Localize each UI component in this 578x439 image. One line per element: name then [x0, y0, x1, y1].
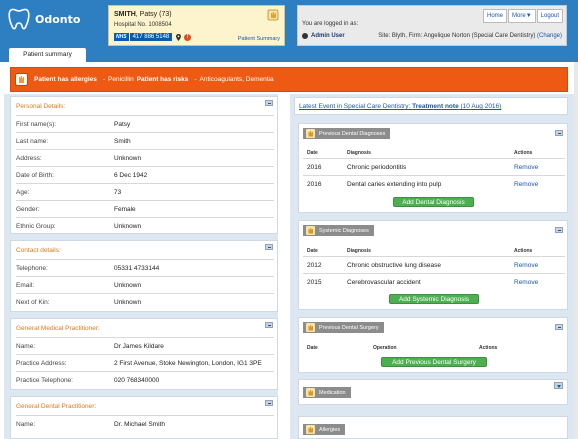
nhs-logo: NHS [114, 33, 129, 41]
risks-label: Patient has risks [136, 76, 189, 83]
more-menu[interactable]: More▼ [508, 9, 536, 23]
app-name: Odonto [35, 12, 81, 26]
gear-icon [302, 33, 308, 39]
allergies-label: Patient has allergies [34, 76, 97, 83]
patient-card: SMITH, Patsy (73) Hospital No. 1008504 N… [108, 5, 285, 46]
odonto-logo[interactable]: Odonto [6, 6, 80, 32]
remove-link[interactable]: Remove [514, 164, 538, 171]
allergies-panel: Allergies [298, 416, 568, 439]
collapse-button[interactable] [265, 400, 273, 406]
collapse-button[interactable] [555, 227, 563, 233]
detail-row: Ethnic Group: Unknown [16, 217, 274, 234]
gdp-panel: General Dental Practitioner: Name: Dr. Mi… [10, 396, 278, 439]
collapse-button[interactable] [265, 244, 273, 250]
app-header: Odonto SMITH, Patsy (73) Hospital No. 10… [0, 0, 578, 62]
detail-row: Telephone: 05331 4733144 [16, 259, 274, 276]
hospital-number: Hospital No. 1008504 [114, 22, 172, 28]
hand-icon [306, 323, 315, 332]
personal-details-heading: Personal Details: [16, 103, 66, 110]
tooth-logo-icon [8, 8, 30, 30]
admin-user-link[interactable]: Admin User [302, 33, 345, 39]
add-systemic-diagnosis-button[interactable]: Add Systemic Diagnosis [389, 294, 479, 304]
systemic-diagnoses-title: Systemic Diagnoses [303, 225, 374, 236]
collapse-button[interactable] [265, 100, 273, 106]
detail-row: Last name: Smith [16, 132, 274, 149]
collapse-button[interactable] [555, 324, 563, 330]
add-previous-dental-surgery-button[interactable]: Add Previous Dental Surgery [381, 357, 487, 367]
latest-event-link[interactable]: Latest Event in Special Care Dentistry: … [294, 97, 568, 115]
detail-row: Practice Address: 2 First Avenue, Stoke N… [16, 354, 274, 371]
location-pin-icon[interactable] [176, 33, 182, 41]
dental-surgery-title: Previous Dental Surgery [303, 322, 384, 333]
detail-row: Name: Dr. Michael Smith [16, 415, 274, 432]
gmp-panel: General Medical Practitioner: Name: Dr Ja… [10, 318, 278, 390]
remove-link[interactable]: Remove [514, 262, 538, 269]
login-box: Home More▼ Logout You are logged in as: … [297, 5, 567, 46]
nhs-number-group: NHS 417 886 5148 ! [114, 33, 192, 41]
detail-row: Practice Telephone: 020 768340000 [16, 371, 274, 388]
warning-icon[interactable]: ! [184, 33, 192, 41]
risks-value: Anticoagulants, Dementia [199, 76, 274, 83]
detail-row: Next of Kin: Unknown [16, 293, 274, 310]
change-link[interactable]: (Change) [537, 33, 562, 39]
gdp-heading: General Dental Practitioner: [16, 403, 97, 410]
home-link[interactable]: Home [483, 9, 508, 23]
dental-diagnoses-title: Previous Dental Diagnoses [303, 128, 391, 139]
gmp-heading: General Medical Practitioner: [16, 325, 100, 332]
hand-icon [306, 226, 315, 235]
medication-title: Medication [303, 387, 351, 398]
dental-surgery-panel: Previous Dental Surgery Date Operation A… [298, 317, 568, 373]
hand-icon [306, 129, 315, 138]
scrollbar[interactable] [574, 62, 578, 439]
detail-row: Gender: Female [16, 200, 274, 217]
add-dental-diagnosis-button[interactable]: Add Dental Diagnosis [393, 197, 474, 207]
systemic-diagnoses-panel: Systemic Diagnoses Date Diagnosis Action… [298, 220, 568, 310]
collapse-button[interactable] [265, 322, 273, 328]
detail-row: Age: 73 [16, 183, 274, 200]
detail-row: Date of Birth: 6 Dec 1942 [16, 166, 274, 183]
allergy-risk-banner: Patient has allergies - Penicillin Patien… [10, 67, 568, 92]
collapse-button[interactable] [555, 130, 563, 136]
logged-in-text: You are logged in as: [302, 21, 359, 27]
tab-patient-summary[interactable]: Patient summary [9, 48, 86, 62]
top-nav: Home More▼ Logout [482, 9, 563, 23]
allergies-title: Allergies [303, 424, 346, 435]
hand-icon [306, 388, 315, 397]
remove-link[interactable]: Remove [514, 181, 538, 188]
hand-icon [306, 425, 315, 434]
detail-row: Address: Unknown [16, 149, 274, 166]
remove-link[interactable]: Remove [514, 279, 538, 286]
contact-details-panel: Contact details: Telephone: 05331 4733144… [10, 240, 278, 312]
detail-row: Email: Unknown [16, 276, 274, 293]
table-row: 2015 Cerebrovascular accident Remove [303, 273, 565, 290]
patient-name[interactable]: SMITH, Patsy (73) [114, 11, 172, 18]
main-content: Patient has allergies - Penicillin Patien… [0, 62, 578, 439]
contact-details-heading: Contact details: [16, 247, 61, 254]
detail-row: First name(s): Patsy [16, 115, 274, 132]
medication-panel: Medication [298, 379, 568, 405]
table-row: 2012 Chronic obstructive lung disease Re… [303, 256, 565, 273]
hand-icon[interactable] [267, 9, 279, 21]
allergies-value: Penicillin [108, 76, 134, 83]
table-row: 2016 Dental caries extending into pulp R… [303, 175, 565, 192]
logout-link[interactable]: Logout [536, 9, 563, 23]
table-row: 2016 Chronic periodontitis Remove [303, 158, 565, 175]
site-firm: Site: Blyth, Firm: Angelique Norton (Spe… [378, 33, 562, 39]
allergy-hand-icon [15, 73, 28, 86]
detail-row: Name: Dr James Kildare [16, 337, 274, 354]
expand-icon[interactable] [554, 382, 563, 389]
patient-summary-link[interactable]: Patient Summary [238, 36, 280, 42]
personal-details-panel: Personal Details: First name(s): Patsy La… [10, 96, 278, 234]
dental-diagnoses-panel: Previous Dental Diagnoses Date Diagnosis… [298, 123, 568, 213]
nhs-number: 417 886 5148 [129, 33, 173, 41]
